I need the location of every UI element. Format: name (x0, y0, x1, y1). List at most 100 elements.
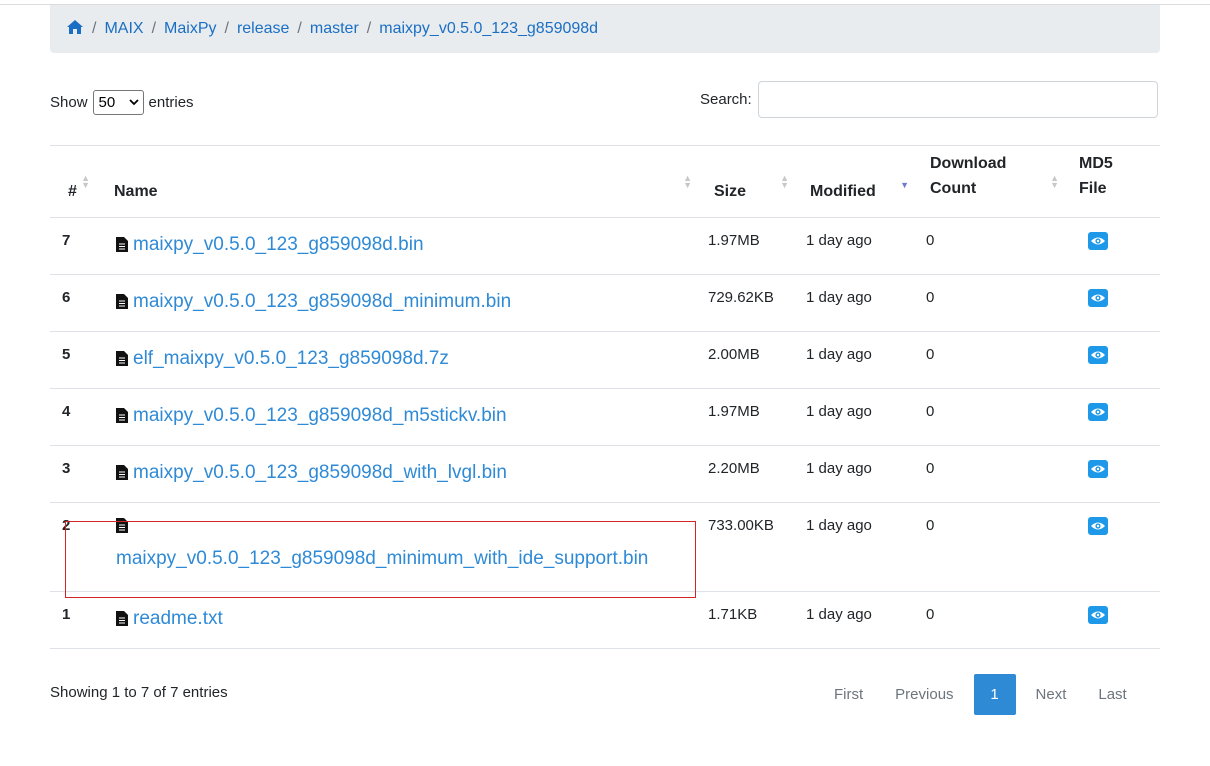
row-size: 2.20MB (698, 445, 795, 503)
view-md5-button[interactable] (1088, 460, 1108, 478)
column-header-size-label: Size (714, 183, 747, 200)
file-link[interactable]: elf_maixpy_v0.5.0_123_g859098d.7z (133, 348, 449, 369)
row-index: 2 (50, 502, 108, 592)
column-header-index[interactable]: # ▲ ▼ (50, 145, 108, 218)
row-index: 4 (50, 388, 108, 446)
eye-icon (1091, 465, 1105, 473)
eye-icon (1091, 294, 1105, 302)
file-icon (116, 351, 128, 366)
view-md5-button[interactable] (1088, 289, 1108, 307)
breadcrumb-item-current[interactable]: maixpy_v0.5.0_123_g859098d (379, 20, 598, 38)
table-row: 5 elf_maixpy_v0.5.0_123_g859098d.7z 2.00… (50, 331, 1160, 389)
table-row: 7 maixpy_v0.5.0_123_g859098d.bin 1.97MB … (50, 217, 1160, 275)
column-header-size[interactable]: Size ▲ ▼ (698, 145, 795, 218)
row-size: 1.97MB (698, 217, 795, 275)
row-md5 (1065, 388, 1160, 446)
column-header-index-label: # (68, 183, 77, 200)
pagination-page-1[interactable]: 1 (973, 674, 1016, 715)
row-index: 7 (50, 217, 108, 275)
column-header-modified[interactable]: Modified ▼ (795, 145, 915, 218)
sort-icon: ▲ ▼ (81, 173, 90, 190)
row-download-count: 0 (915, 331, 1065, 389)
row-download-count: 0 (915, 591, 1065, 649)
row-modified: 1 day ago (795, 274, 915, 332)
breadcrumb-item-maixpy[interactable]: MaixPy (164, 20, 216, 38)
table-row: 1 readme.txt 1.71KB 1 day ago 0 (50, 591, 1160, 649)
row-modified: 1 day ago (795, 591, 915, 649)
row-md5 (1065, 445, 1160, 503)
file-link[interactable]: maixpy_v0.5.0_123_g859098d.bin (133, 234, 424, 255)
row-index: 3 (50, 445, 108, 503)
row-download-count: 0 (915, 445, 1065, 503)
home-icon (67, 19, 83, 34)
eye-icon (1091, 611, 1105, 619)
breadcrumb-separator: / (366, 20, 372, 37)
breadcrumb-item-master[interactable]: master (310, 20, 359, 38)
entries-label: entries (148, 94, 194, 111)
view-md5-button[interactable] (1088, 517, 1108, 535)
sort-desc-icon: ▼ (900, 180, 909, 190)
pagination: First Previous 1 Next Last (818, 674, 1143, 715)
row-size: 1.71KB (698, 591, 795, 649)
file-icon (116, 237, 128, 252)
chevron-down-icon (128, 99, 139, 106)
pagination-next[interactable]: Next (1020, 674, 1083, 715)
eye-icon (1091, 237, 1105, 245)
home-link[interactable] (66, 19, 84, 40)
pagination-first[interactable]: First (818, 674, 879, 715)
breadcrumb-separator: / (92, 20, 97, 37)
sort-icon: ▲ ▼ (1050, 173, 1059, 190)
row-download-count: 0 (915, 217, 1065, 275)
row-index: 6 (50, 274, 108, 332)
search-control: Search: (700, 81, 1158, 118)
sort-icon: ▲ ▼ (683, 173, 692, 190)
column-header-modified-label: Modified (810, 183, 876, 200)
row-download-count: 0 (915, 502, 1065, 592)
row-name: maixpy_v0.5.0_123_g859098d.bin (108, 217, 698, 275)
eye-icon (1091, 351, 1105, 359)
column-header-file-label: File (1079, 180, 1107, 197)
search-label: Search: (700, 91, 752, 108)
row-modified: 1 day ago (795, 217, 915, 275)
view-md5-button[interactable] (1088, 346, 1108, 364)
search-input[interactable] (757, 81, 1158, 118)
entries-length-control: Show 50 entries (50, 90, 194, 115)
view-md5-button[interactable] (1088, 403, 1108, 421)
row-modified: 1 day ago (795, 445, 915, 503)
row-md5 (1065, 274, 1160, 332)
column-header-md5-label: MD5 (1079, 155, 1113, 172)
breadcrumb-separator: / (224, 20, 229, 37)
view-md5-button[interactable] (1088, 606, 1108, 624)
file-link[interactable]: maixpy_v0.5.0_123_g859098d_minimum.bin (133, 291, 511, 312)
breadcrumb-item-release[interactable]: release (237, 20, 289, 38)
file-link[interactable]: readme.txt (133, 608, 223, 629)
eye-icon (1091, 522, 1105, 530)
column-header-md5: MD5 File (1065, 145, 1160, 218)
row-name: maixpy_v0.5.0_123_g859098d_minimum_with_… (108, 502, 698, 592)
file-link[interactable]: maixpy_v0.5.0_123_g859098d_m5stickv.bin (133, 405, 507, 426)
view-md5-button[interactable] (1088, 232, 1108, 250)
show-label: Show (50, 94, 88, 111)
column-header-download-count[interactable]: Download Count ▲ ▼ (915, 145, 1065, 218)
pagination-last[interactable]: Last (1082, 674, 1142, 715)
sort-icon: ▲ ▼ (780, 173, 789, 190)
table-row: 3 maixpy_v0.5.0_123_g859098d_with_lvgl.b… (50, 445, 1160, 503)
file-icon (116, 294, 128, 309)
row-name: readme.txt (108, 591, 698, 649)
file-icon (116, 465, 128, 480)
row-md5 (1065, 217, 1160, 275)
table-row: 4 maixpy_v0.5.0_123_g859098d_m5stickv.bi… (50, 388, 1160, 446)
file-icon (116, 518, 128, 533)
entries-select[interactable]: 50 (92, 90, 144, 115)
entries-select-value: 50 (98, 94, 116, 111)
column-header-name[interactable]: Name ▲ ▼ (108, 145, 698, 218)
file-link[interactable]: maixpy_v0.5.0_123_g859098d_with_lvgl.bin (133, 462, 507, 483)
file-link[interactable]: maixpy_v0.5.0_123_g859098d_minimum_with_… (116, 548, 648, 569)
breadcrumb-item-maix[interactable]: MAIX (104, 20, 143, 38)
pagination-previous[interactable]: Previous (879, 674, 969, 715)
row-name: maixpy_v0.5.0_123_g859098d_m5stickv.bin (108, 388, 698, 446)
breadcrumb: / MAIX / MaixPy / release / master / mai… (50, 5, 1160, 53)
table-header-row: # ▲ ▼ Name ▲ ▼ Size ▲ ▼ Modified ▼ Download… (50, 145, 1160, 218)
column-header-count-label: Count (930, 180, 977, 197)
row-md5 (1065, 591, 1160, 649)
